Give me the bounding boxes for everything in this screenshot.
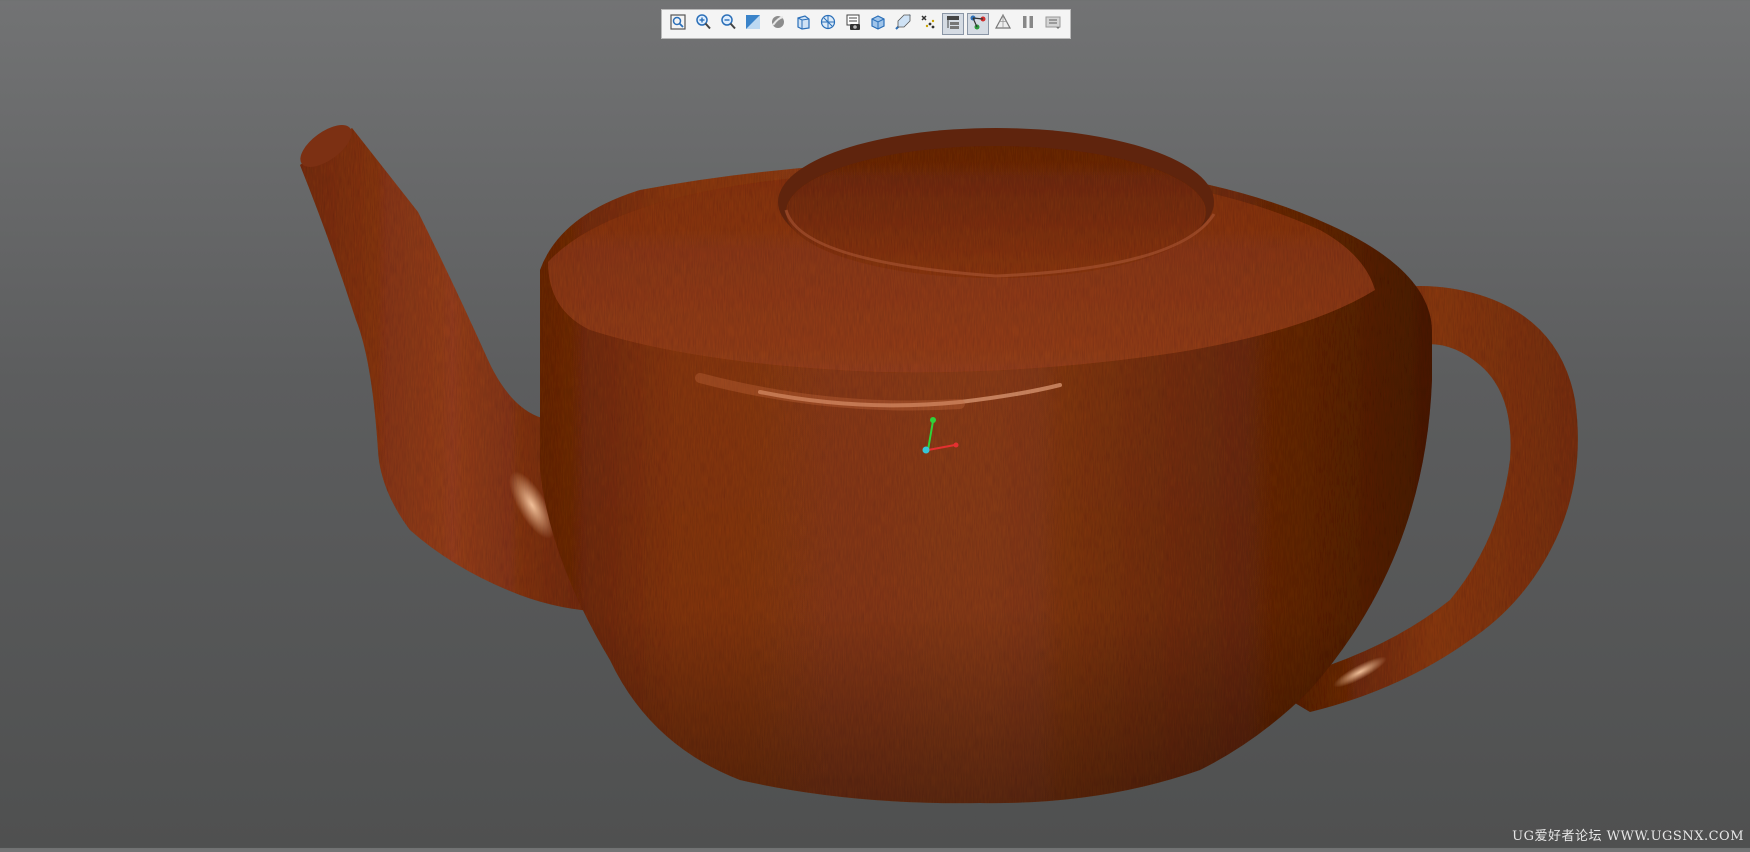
zoom-out-button[interactable] <box>717 13 739 35</box>
view-cube-button[interactable] <box>867 13 889 35</box>
teapot-lid <box>786 146 1206 278</box>
zoom-out-icon <box>719 13 737 35</box>
view-cube-icon <box>869 13 887 35</box>
selection-filter-button[interactable] <box>942 13 964 35</box>
triangle-mesh-button[interactable] <box>992 13 1014 35</box>
menu-button[interactable] <box>1042 13 1064 35</box>
pause-button[interactable] <box>1017 13 1039 35</box>
orient-view-button[interactable] <box>792 13 814 35</box>
zoom-in-icon <box>694 13 712 35</box>
show-connections-icon <box>969 13 987 35</box>
watermark-text: UG爱好者论坛 WWW.UGSNX.COM <box>1512 829 1744 844</box>
shading-icon <box>744 13 762 35</box>
snap-point-button[interactable] <box>917 13 939 35</box>
rendering-style-button[interactable] <box>767 13 789 35</box>
snap-point-icon <box>919 13 937 35</box>
section-icon <box>894 13 912 35</box>
rendering-style-icon <box>769 13 787 35</box>
section-button[interactable] <box>892 13 914 35</box>
snapshot-button[interactable] <box>842 13 864 35</box>
perspective-icon <box>819 13 837 35</box>
selection-filter-icon <box>944 13 962 35</box>
fit-view-button[interactable] <box>667 13 689 35</box>
orient-view-icon <box>794 13 812 35</box>
pause-icon <box>1019 13 1037 35</box>
perspective-button[interactable] <box>817 13 839 35</box>
triangle-mesh-icon <box>994 13 1012 35</box>
show-connections-button[interactable] <box>967 13 989 35</box>
menu-icon <box>1044 13 1062 35</box>
view-toolbar <box>661 9 1071 39</box>
graphics-viewport[interactable] <box>0 0 1750 848</box>
teapot-model[interactable] <box>0 0 1750 848</box>
zoom-in-button[interactable] <box>692 13 714 35</box>
snapshot-icon <box>844 13 862 35</box>
fit-view-icon <box>669 13 687 35</box>
shading-button[interactable] <box>742 13 764 35</box>
